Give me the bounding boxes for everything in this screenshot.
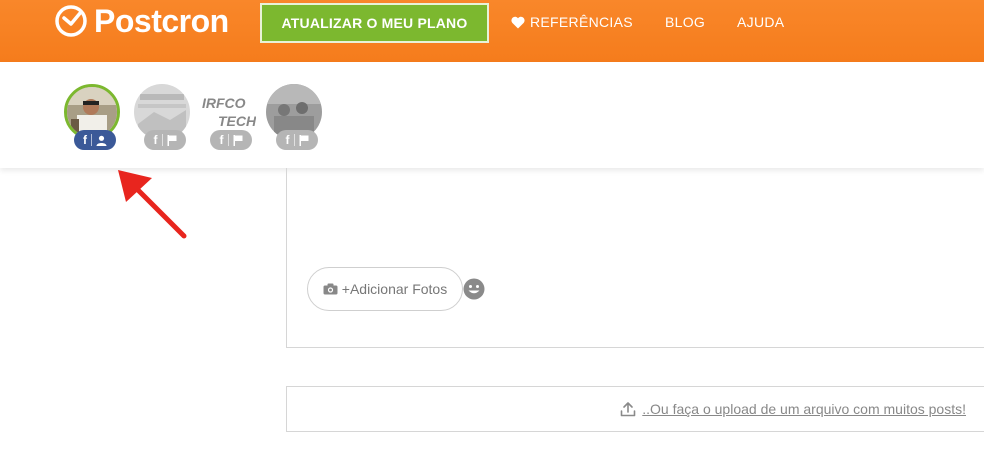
postcron-logo-icon	[55, 5, 87, 37]
flag-icon	[299, 134, 308, 146]
annotation-arrow-icon	[118, 170, 187, 239]
post-composer[interactable]: +Adicionar Fotos	[286, 168, 984, 348]
user-icon	[96, 135, 107, 146]
bulk-upload-label: ..Ou faça o upload de um arquivo com mui…	[642, 401, 966, 417]
upgrade-plan-button[interactable]: ATUALIZAR O MEU PLANO	[260, 3, 489, 43]
upload-icon	[620, 402, 636, 417]
account-avatar-3[interactable]: IRFCO TECH f	[200, 84, 260, 154]
nav-blog[interactable]: BLOG	[665, 14, 705, 30]
camera-icon	[323, 283, 338, 295]
nav-help[interactable]: AJUDA	[737, 14, 784, 30]
flag-icon	[233, 134, 242, 146]
logo-text: Postcron	[94, 2, 229, 39]
facebook-page-badge: f	[276, 130, 318, 150]
top-bar: Postcron ATUALIZAR O MEU PLANO REFERÊNCI…	[0, 0, 984, 62]
svg-text:IRFCO: IRFCO	[202, 95, 246, 111]
postcron-logo[interactable]: Postcron	[54, 3, 229, 39]
add-photos-button[interactable]: +Adicionar Fotos	[307, 267, 463, 311]
account-avatar-4[interactable]: f	[266, 84, 326, 154]
facebook-icon: f	[83, 133, 87, 147]
svg-text:TECH: TECH	[218, 113, 256, 129]
facebook-icon: f	[219, 133, 224, 147]
facebook-page-badge: f	[144, 130, 186, 150]
emoji-icon[interactable]	[463, 278, 485, 300]
nav-references[interactable]: REFERÊNCIAS	[511, 14, 633, 30]
account-avatar-2[interactable]: f	[134, 84, 194, 154]
bulk-upload-box: ..Ou faça o upload de um arquivo com mui…	[286, 386, 984, 432]
heart-icon	[511, 16, 525, 28]
nav-references-label: REFERÊNCIAS	[530, 14, 633, 30]
facebook-page-badge: f	[210, 130, 252, 150]
flag-icon	[167, 134, 176, 146]
facebook-profile-badge: f	[74, 130, 116, 150]
accounts-bar: f f IRFCO TECH f f	[0, 62, 984, 168]
account-avatar-1[interactable]: f	[64, 84, 124, 154]
bulk-upload-link[interactable]: ..Ou faça o upload de um arquivo com mui…	[620, 401, 966, 417]
add-photos-label: +Adicionar Fotos	[341, 281, 448, 297]
facebook-icon: f	[153, 133, 158, 147]
facebook-icon: f	[285, 133, 290, 147]
